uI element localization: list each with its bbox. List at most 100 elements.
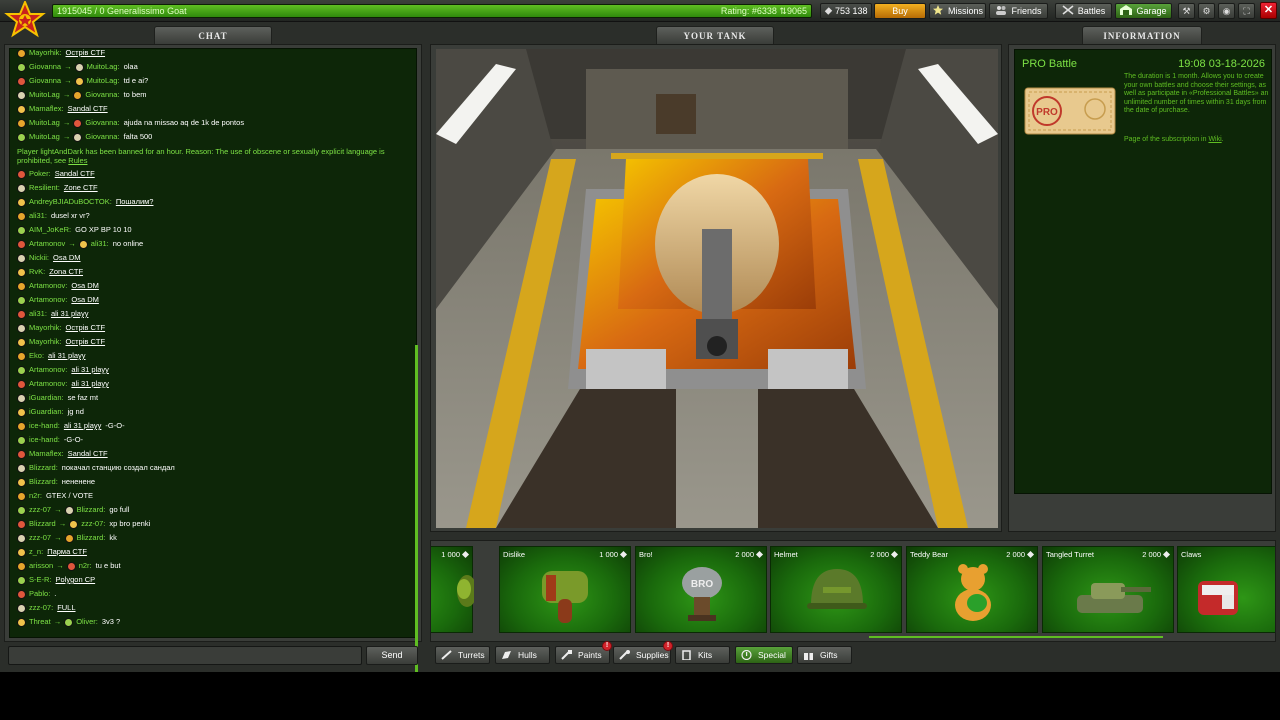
- chat-sender[interactable]: Mamaflex: [29, 448, 62, 460]
- battle-link[interactable]: Острів CTF: [66, 336, 106, 348]
- chat-recipient[interactable]: n2r: [79, 560, 90, 572]
- category-turrets-button[interactable]: Turrets: [435, 646, 490, 664]
- battle-link[interactable]: Zone CTF: [64, 182, 98, 194]
- chat-sender[interactable]: Artamonov: [29, 280, 65, 292]
- chat-recipient[interactable]: ali31: [91, 238, 107, 250]
- battle-link[interactable]: Sandal CTF: [55, 168, 95, 180]
- chat-sender[interactable]: zzz-07: [29, 602, 51, 614]
- battle-link[interactable]: ali 31 playy: [71, 378, 109, 390]
- chat-sender[interactable]: z_n: [29, 546, 41, 558]
- chat-recipient[interactable]: MuitoLag: [87, 61, 118, 73]
- shop-item-card[interactable]: Teddy Bear 2 000: [906, 546, 1038, 633]
- chat-sender[interactable]: Artamonov: [29, 364, 65, 376]
- rules-link[interactable]: Rules: [68, 156, 87, 165]
- chat-sender[interactable]: Artamonov: [29, 294, 65, 306]
- chat-log[interactable]: Mayorhik: Острів CTF Giovanna → MuitoLag: ola…: [9, 48, 417, 638]
- category-hulls-button[interactable]: Hulls: [495, 646, 550, 664]
- chat-sender[interactable]: Blizzard: [29, 462, 56, 474]
- chat-sender[interactable]: MuitoLag: [29, 89, 60, 101]
- fullscreen-icon[interactable]: ⛶: [1238, 3, 1255, 19]
- chat-sender[interactable]: ice-hand: [29, 420, 58, 432]
- chat-sender[interactable]: Mamaflex: [29, 103, 62, 115]
- category-supplies-button[interactable]: Supplies!: [613, 641, 673, 664]
- chat-recipient[interactable]: Blizzard: [77, 532, 104, 544]
- chat-sender[interactable]: Nickii: [29, 252, 47, 264]
- shop-item-card[interactable]: Tangled Turret 2 000: [1042, 546, 1174, 633]
- chat-sender[interactable]: Blizzard: [29, 518, 56, 530]
- shop-item-card[interactable]: Bro! 2 000 BRO: [635, 546, 767, 633]
- chat-sender[interactable]: S-E-R: [29, 574, 49, 586]
- buy-button[interactable]: Buy: [874, 3, 926, 19]
- chat-sender[interactable]: Resilient: [29, 182, 58, 194]
- sound-icon[interactable]: ◉: [1218, 3, 1235, 19]
- chat-sender[interactable]: ice-hand: [29, 434, 58, 446]
- chat-sender[interactable]: Mayorhik: [29, 336, 59, 348]
- battle-link[interactable]: Sandal CTF: [68, 103, 108, 115]
- chat-sender[interactable]: Eko: [29, 350, 42, 362]
- chat-sender[interactable]: MuitoLag: [29, 131, 60, 143]
- chat-recipient[interactable]: zzz-07: [81, 518, 103, 530]
- battle-link[interactable]: Острів CTF: [66, 322, 106, 334]
- chat-sender[interactable]: Threat: [29, 616, 51, 628]
- battle-link[interactable]: Sandal CTF: [68, 448, 108, 460]
- battle-link[interactable]: FULL: [57, 602, 75, 614]
- chat-recipient[interactable]: MuitoLag: [87, 75, 118, 87]
- battle-link[interactable]: Osa DM: [53, 252, 81, 264]
- battle-link[interactable]: Пошалим?: [116, 196, 154, 208]
- chat-sender[interactable]: Mayorhik: [29, 322, 59, 334]
- shop-item-card[interactable]: Dislike 1 000: [499, 546, 631, 633]
- chat-sender[interactable]: RvK: [29, 266, 43, 278]
- chat-sender[interactable]: Mayorhik: [29, 49, 59, 59]
- shop-scrollbar[interactable]: [869, 636, 1163, 638]
- chat-sender[interactable]: Artamonov: [29, 378, 65, 390]
- battle-link[interactable]: Osa DM: [71, 280, 99, 292]
- shop-item-card[interactable]: Helmet 2 000: [770, 546, 902, 633]
- battle-link[interactable]: Парма CTF: [47, 546, 87, 558]
- chat-sender[interactable]: n2r: [29, 490, 40, 502]
- battle-link[interactable]: ali 31 playy: [64, 420, 102, 432]
- close-icon[interactable]: ✕: [1260, 2, 1277, 19]
- chat-sender[interactable]: iGuardian: [29, 392, 62, 404]
- chat-recipient[interactable]: Giovanna: [85, 131, 117, 143]
- category-kits-button[interactable]: Kits: [675, 646, 730, 664]
- chat-scrollbar[interactable]: [415, 345, 418, 672]
- category-special-button[interactable]: Special: [735, 646, 793, 664]
- chat-sender[interactable]: ali31: [29, 308, 45, 320]
- battles-button[interactable]: Battles: [1055, 3, 1112, 19]
- category-paints-button[interactable]: Paints!: [555, 641, 612, 664]
- chat-sender[interactable]: Blizzard: [29, 476, 56, 488]
- battle-link[interactable]: ali 31 playy: [71, 364, 109, 376]
- category-gifts-button[interactable]: Gifts: [797, 646, 852, 664]
- chat-sender[interactable]: Pablo: [29, 588, 48, 600]
- chat-sender[interactable]: iGuardian: [29, 406, 62, 418]
- friends-button[interactable]: Friends: [989, 3, 1048, 19]
- chat-sender[interactable]: AndreyBJIADuBOCTOK: [29, 196, 110, 208]
- shop-item-card[interactable]: Claws: [1177, 546, 1275, 633]
- chat-sender[interactable]: arisson: [29, 560, 53, 572]
- chat-sender[interactable]: zzz-07: [29, 504, 51, 516]
- chat-sender[interactable]: MuitoLag: [29, 117, 60, 129]
- battle-link[interactable]: Osa DM: [71, 294, 99, 306]
- garage-button[interactable]: Garage: [1115, 3, 1172, 19]
- chat-sender[interactable]: Giovanna: [29, 75, 61, 87]
- battle-link[interactable]: ali 31 playy: [51, 308, 89, 320]
- missions-button[interactable]: Missions: [929, 3, 986, 19]
- chat-sender[interactable]: AIM_JoKeR: [29, 224, 69, 236]
- chat-sender[interactable]: Artamonov: [29, 238, 65, 250]
- chat-sender[interactable]: Giovanna: [29, 61, 61, 73]
- battle-link[interactable]: Polygon CP: [56, 574, 96, 586]
- battle-link[interactable]: ali 31 playy: [48, 350, 86, 362]
- chat-sender[interactable]: zzz-07: [29, 532, 51, 544]
- chat-recipient[interactable]: Oliver: [76, 616, 96, 628]
- battle-link[interactable]: Острів CTF: [66, 49, 106, 59]
- send-button[interactable]: Send: [366, 646, 418, 665]
- chat-input[interactable]: [8, 646, 362, 665]
- chat-recipient[interactable]: Blizzard: [77, 504, 104, 516]
- chat-recipient[interactable]: Giovanna: [85, 117, 117, 129]
- chat-sender[interactable]: Poker: [29, 168, 49, 180]
- tank-preview[interactable]: [436, 49, 998, 528]
- chat-sender[interactable]: ali31: [29, 210, 45, 222]
- battle-link[interactable]: Zona CTF: [49, 266, 83, 278]
- shop-item-card[interactable]: 1 000: [431, 546, 474, 633]
- settings-icon[interactable]: ⚙: [1198, 3, 1215, 19]
